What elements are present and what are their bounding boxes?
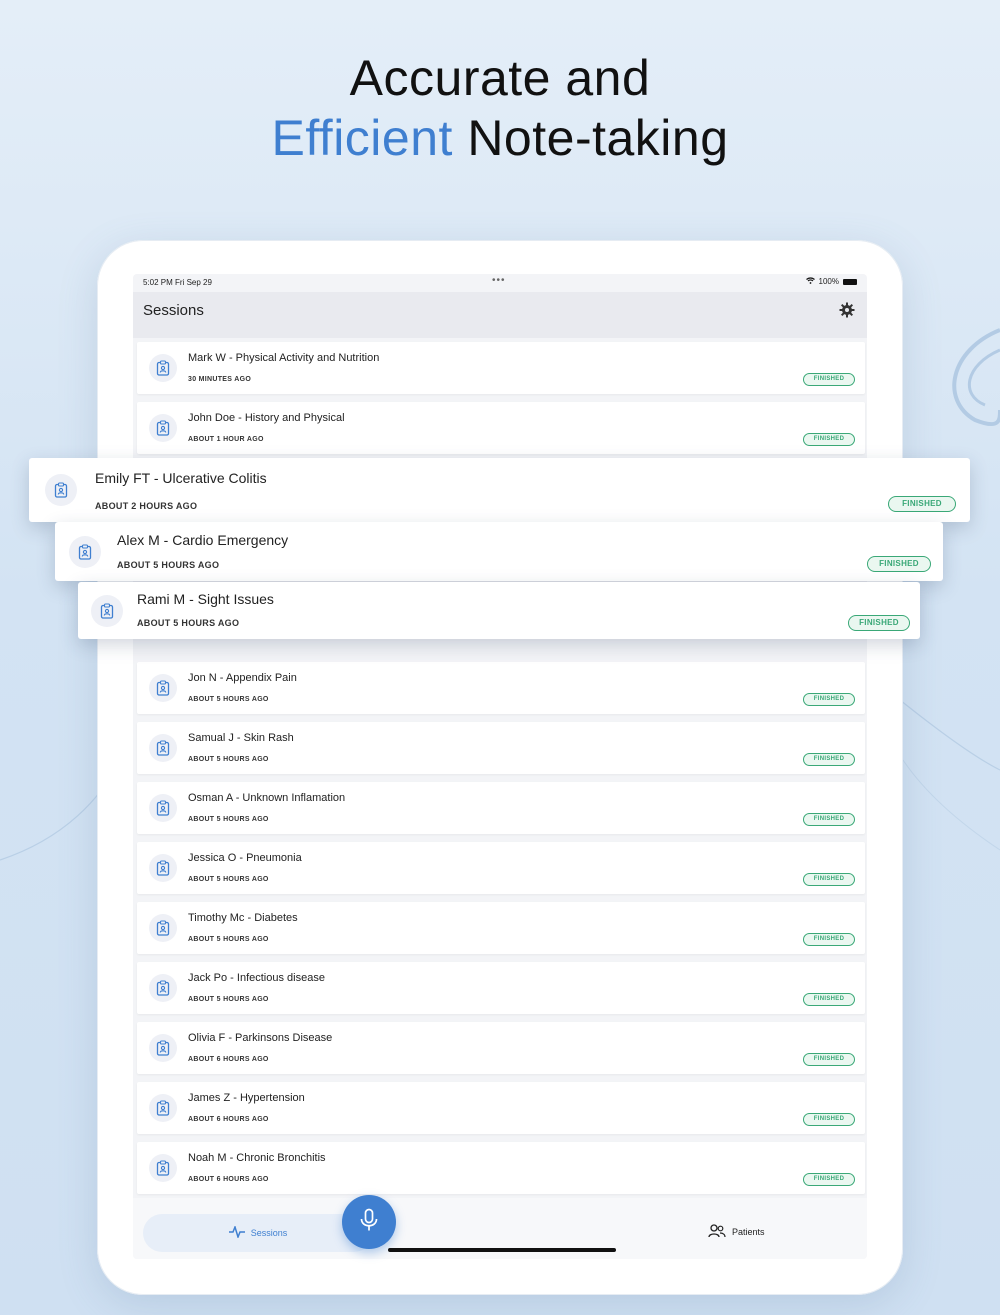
status-badge: FINISHED <box>867 556 931 572</box>
session-time: ABOUT 6 HOURS AGO <box>188 1116 269 1123</box>
headline-rest: Note-taking <box>467 110 729 166</box>
headline-line-2: Efficient Note-taking <box>0 108 1000 168</box>
gear-icon[interactable] <box>839 302 855 318</box>
wifi-icon <box>805 277 815 286</box>
status-badge: FINISHED <box>803 693 855 706</box>
status-badge: FINISHED <box>803 1113 855 1126</box>
sessions-header: Sessions <box>133 292 867 338</box>
session-time: ABOUT 5 HOURS AGO <box>117 560 220 570</box>
headline-line-1: Accurate and <box>349 50 651 106</box>
session-title: Noah M - Chronic Bronchitis <box>188 1152 326 1164</box>
session-title: Jessica O - Pneumonia <box>188 852 302 864</box>
session-title: James Z - Hypertension <box>188 1092 305 1104</box>
clipboard-icon <box>149 794 177 822</box>
session-row[interactable]: James Z - Hypertension ABOUT 6 HOURS AGO F… <box>137 1082 865 1134</box>
status-time: 5:02 PM Fri Sep 29 <box>143 278 212 287</box>
tab-patients[interactable]: Patients <box>708 1224 765 1240</box>
session-title: Rami M - Sight Issues <box>137 591 274 607</box>
clipboard-icon <box>149 854 177 882</box>
session-row[interactable]: Emily FT - Ulcerative Colitis ABOUT 2 HOU… <box>29 458 970 522</box>
record-button[interactable] <box>342 1195 396 1249</box>
clipboard-icon <box>69 536 101 568</box>
clipboard-icon <box>149 414 177 442</box>
clipboard-icon <box>149 914 177 942</box>
status-badge: FINISHED <box>803 753 855 766</box>
status-badge: FINISHED <box>888 496 956 512</box>
status-badge: FINISHED <box>803 1053 855 1066</box>
clipboard-icon <box>149 734 177 762</box>
session-row[interactable]: Jessica O - Pneumonia ABOUT 5 HOURS AGO FI… <box>137 842 865 894</box>
app-screen: 5:02 PM Fri Sep 29 ••• 100% Sessions Mar… <box>133 274 867 1259</box>
hero-headline: Accurate and Efficient Note-taking <box>0 48 1000 168</box>
status-bar: 5:02 PM Fri Sep 29 ••• 100% <box>133 274 867 292</box>
status-badge: FINISHED <box>803 813 855 826</box>
clipboard-icon <box>45 474 77 506</box>
status-badge: FINISHED <box>848 615 910 631</box>
session-time: ABOUT 5 HOURS AGO <box>188 936 269 943</box>
page-title: Sessions <box>143 302 204 319</box>
headline-accent-word: Efficient <box>271 110 453 166</box>
clipboard-icon <box>149 1154 177 1182</box>
tab-sessions-label: Sessions <box>250 1228 288 1238</box>
tab-sessions[interactable]: Sessions <box>143 1214 373 1252</box>
session-row[interactable]: Osman A - Unknown Inflamation ABOUT 5 HOU… <box>137 782 865 834</box>
battery-icon <box>843 278 857 285</box>
session-title: Jon N - Appendix Pain <box>188 672 297 684</box>
status-badge: FINISHED <box>803 433 855 446</box>
microphone-icon <box>359 1208 379 1237</box>
clipboard-icon <box>91 595 123 627</box>
session-row[interactable]: Rami M - Sight Issues ABOUT 5 HOURS AGO FI… <box>78 582 920 639</box>
session-row[interactable]: Jon N - Appendix Pain ABOUT 5 HOURS AGO FI… <box>137 662 865 714</box>
session-row[interactable]: Samual J - Skin Rash ABOUT 5 HOURS AGO FIN… <box>137 722 865 774</box>
session-time: ABOUT 5 HOURS AGO <box>188 696 269 703</box>
session-time: ABOUT 5 HOURS AGO <box>188 876 269 883</box>
session-time: 30 MINUTES AGO <box>188 376 252 383</box>
session-title: Osman A - Unknown Inflamation <box>188 792 346 804</box>
status-badge: FINISHED <box>803 373 855 386</box>
status-right: 100% <box>805 277 857 286</box>
session-time: ABOUT 6 HOURS AGO <box>188 1056 269 1063</box>
clipboard-icon <box>149 974 177 1002</box>
activity-icon <box>228 1224 245 1240</box>
clipboard-icon <box>149 354 177 382</box>
session-title: Mark W - Physical Activity and Nutrition <box>188 352 380 364</box>
status-badge: FINISHED <box>803 993 855 1006</box>
status-badge: FINISHED <box>803 873 855 886</box>
session-time: ABOUT 5 HOURS AGO <box>188 996 269 1003</box>
session-title: Timothy Mc - Diabetes <box>188 912 298 924</box>
battery-percent: 100% <box>818 277 839 286</box>
session-title: Samual J - Skin Rash <box>188 732 294 744</box>
session-time: ABOUT 5 HOURS AGO <box>137 618 240 628</box>
status-badge: FINISHED <box>803 1173 855 1186</box>
clipboard-icon <box>149 1094 177 1122</box>
tab-patients-label: Patients <box>732 1227 765 1237</box>
clipboard-icon <box>149 1034 177 1062</box>
clipboard-icon <box>149 674 177 702</box>
multitasking-dots[interactable]: ••• <box>492 275 506 286</box>
home-indicator <box>388 1248 616 1252</box>
status-badge: FINISHED <box>803 933 855 946</box>
session-time: ABOUT 5 HOURS AGO <box>188 756 269 763</box>
session-title: Jack Po - Infectious disease <box>188 972 325 984</box>
session-title: Olivia F - Parkinsons Disease <box>188 1032 333 1044</box>
session-time: ABOUT 6 HOURS AGO <box>188 1176 269 1183</box>
session-row[interactable]: Noah M - Chronic Bronchitis ABOUT 6 HOURS… <box>137 1142 865 1194</box>
session-row[interactable]: Mark W - Physical Activity and Nutrition… <box>137 342 865 394</box>
session-title: John Doe - History and Physical <box>188 412 345 424</box>
session-row[interactable]: Timothy Mc - Diabetes ABOUT 5 HOURS AGO FI… <box>137 902 865 954</box>
session-time: ABOUT 5 HOURS AGO <box>188 816 269 823</box>
session-time: ABOUT 2 HOURS AGO <box>95 501 198 511</box>
users-icon <box>708 1224 726 1240</box>
session-title: Alex M - Cardio Emergency <box>117 532 289 548</box>
session-time: ABOUT 1 HOUR AGO <box>188 436 264 443</box>
session-title: Emily FT - Ulcerative Colitis <box>95 470 267 486</box>
session-row[interactable]: Alex M - Cardio Emergency ABOUT 5 HOURS A… <box>55 522 943 581</box>
session-row[interactable]: Olivia F - Parkinsons Disease ABOUT 6 HOU… <box>137 1022 865 1074</box>
session-row[interactable]: John Doe - History and Physical ABOUT 1 H… <box>137 402 865 454</box>
session-row[interactable]: Jack Po - Infectious disease ABOUT 5 HOUR… <box>137 962 865 1014</box>
